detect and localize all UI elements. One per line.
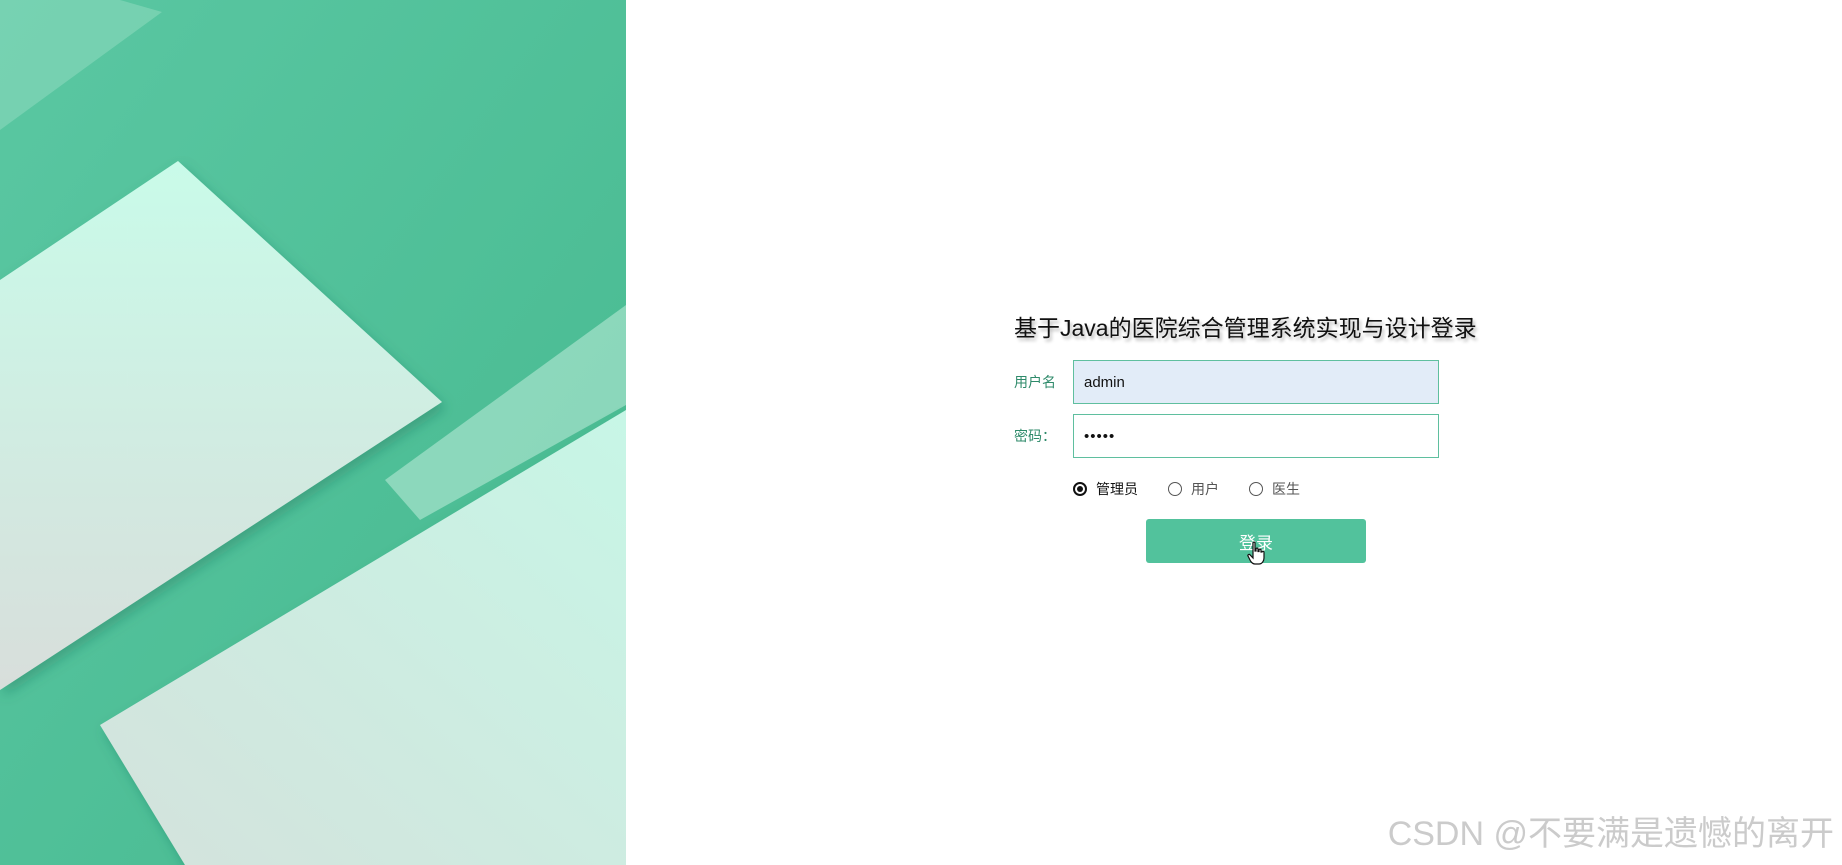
username-input[interactable] xyxy=(1073,360,1439,404)
role-radio-group: 管理员 用户 医生 xyxy=(1073,479,1330,499)
role-option-doctor[interactable]: 医生 xyxy=(1249,479,1300,499)
role-label-user: 用户 xyxy=(1191,481,1219,497)
password-row: 密码： xyxy=(1014,414,1439,458)
password-input[interactable] xyxy=(1073,414,1439,458)
username-row: 用户名 xyxy=(1014,360,1439,404)
role-option-admin[interactable]: 管理员 xyxy=(1073,479,1138,499)
decorative-background-panel xyxy=(0,0,626,865)
role-label-admin: 管理员 xyxy=(1096,481,1138,497)
login-title: 基于Java的医院综合管理系统实现与设计登录 xyxy=(1014,315,1477,341)
background-illustration xyxy=(0,0,626,865)
login-page: 基于Java的医院综合管理系统实现与设计登录 用户名 密码： 管理员 用户 医生… xyxy=(0,0,1842,865)
hand-pointer-icon xyxy=(1247,541,1265,570)
watermark-text: CSDN @不要满是遗憾的离开 xyxy=(1387,815,1834,853)
role-option-user[interactable]: 用户 xyxy=(1168,479,1219,499)
login-form: 基于Java的医院综合管理系统实现与设计登录 用户名 密码： 管理员 用户 医生… xyxy=(1014,310,1514,563)
radio-checked-icon[interactable] xyxy=(1073,482,1087,496)
password-label: 密码： xyxy=(1014,428,1056,444)
radio-unchecked-icon[interactable] xyxy=(1249,482,1263,496)
radio-unchecked-icon[interactable] xyxy=(1168,482,1182,496)
role-label-doctor: 医生 xyxy=(1272,481,1300,497)
username-label: 用户名 xyxy=(1014,374,1056,390)
